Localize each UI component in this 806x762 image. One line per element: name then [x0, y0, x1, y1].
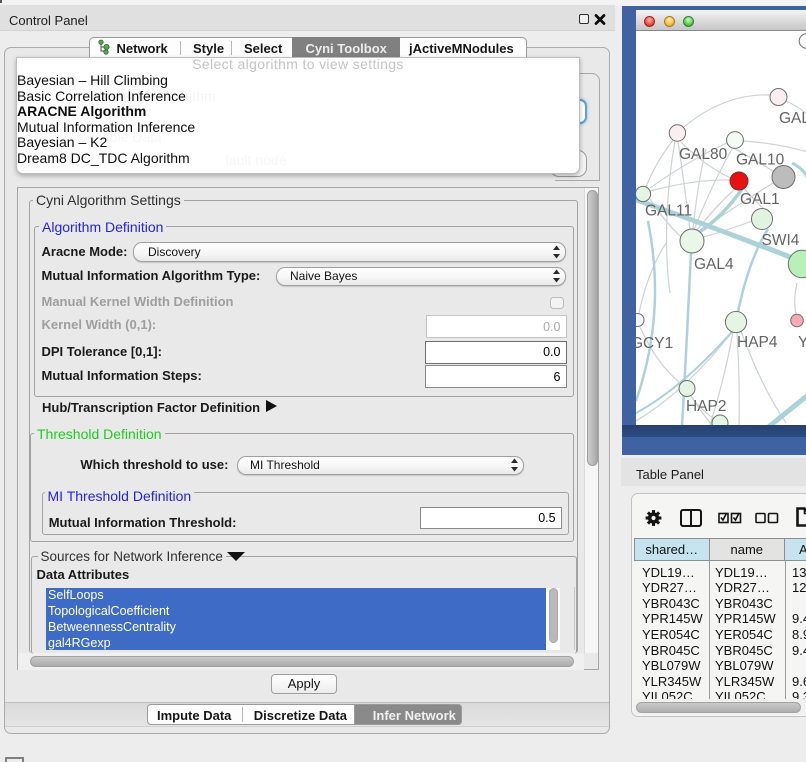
svg-text:GAL4: GAL4 [694, 256, 734, 273]
svg-text:GAL10: GAL10 [736, 152, 785, 169]
svg-text:SWI4: SWI4 [762, 232, 800, 249]
svg-text:GCY1: GCY1 [636, 335, 673, 352]
svg-text:GAL11: GAL11 [645, 203, 692, 220]
svg-text:GAL7: GAL7 [779, 110, 806, 127]
svg-text:HAP2: HAP2 [686, 398, 727, 415]
svg-text:GAL1: GAL1 [740, 191, 780, 208]
svg-text:GAL80: GAL80 [679, 146, 728, 163]
svg-text:Y: Y [798, 334, 806, 351]
svg-text:HAP4: HAP4 [737, 334, 778, 351]
